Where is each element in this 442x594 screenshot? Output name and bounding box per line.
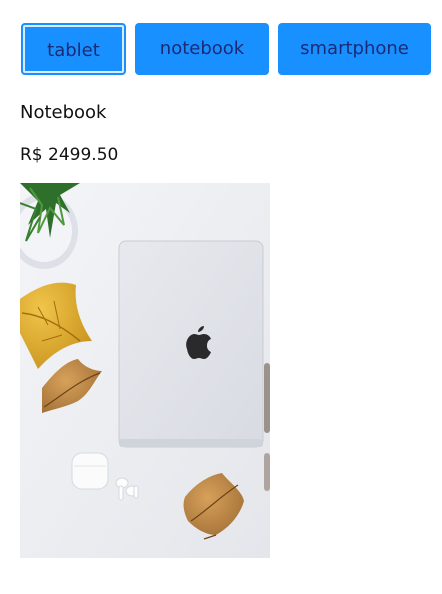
tab-notebook[interactable]: notebook bbox=[135, 23, 269, 75]
tab-tablet[interactable]: tablet bbox=[21, 23, 126, 75]
laptop-desk-photo bbox=[20, 183, 270, 558]
product-price: R$ 2499.50 bbox=[20, 145, 119, 165]
category-tabs: tablet notebook smartphone bbox=[21, 23, 431, 75]
product-image bbox=[20, 183, 270, 558]
tab-smartphone[interactable]: smartphone bbox=[278, 23, 431, 75]
page: tablet notebook smartphone Notebook R$ 2… bbox=[0, 0, 442, 594]
product-name: Notebook bbox=[20, 102, 107, 123]
